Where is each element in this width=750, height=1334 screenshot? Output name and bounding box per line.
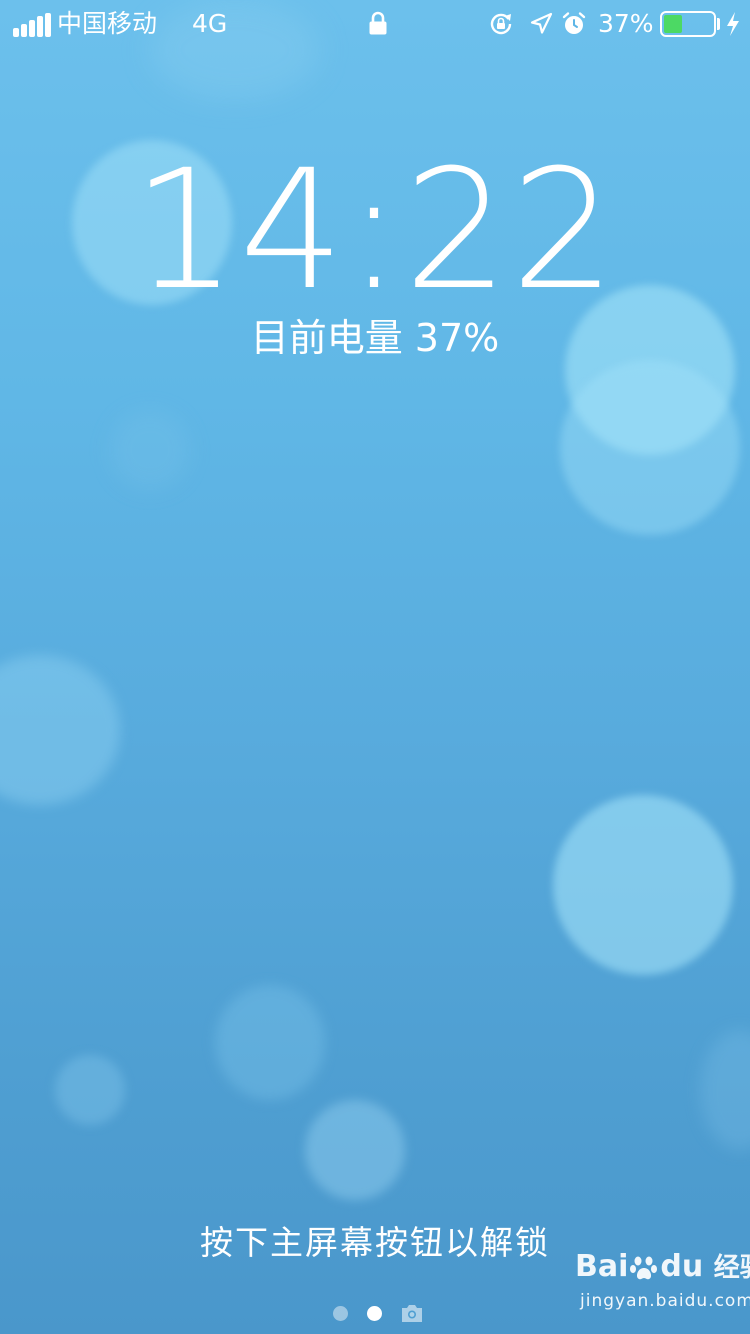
watermark-logo: Bai du 经验: [575, 1247, 750, 1288]
wallpaper-bokeh: [110, 410, 190, 490]
page-dot-inactive[interactable]: [333, 1306, 348, 1321]
watermark-logo-right: du: [660, 1249, 704, 1284]
watermark-url: jingyan.baidu.com: [580, 1291, 750, 1311]
carrier-name: 中国移动: [57, 9, 158, 38]
wallpaper-bokeh: [700, 1030, 750, 1150]
charging-bolt-icon: [727, 12, 739, 36]
battery-fill: [664, 15, 682, 33]
lock-screen: 中国移动 4G 37% 14:22 目前电量 37% 按下主屏幕按钮以解锁 Ba…: [0, 0, 750, 1334]
battery-percentage: 37%: [598, 9, 654, 38]
watermark-logo-left: Bai: [575, 1249, 629, 1284]
battery-icon: [660, 11, 716, 37]
paw-icon: [630, 1256, 658, 1279]
camera-icon[interactable]: [400, 1302, 424, 1324]
wallpaper-bokeh: [553, 795, 733, 975]
alarm-icon: [562, 12, 586, 34]
wallpaper-bokeh: [560, 360, 740, 535]
wallpaper-bokeh: [215, 985, 325, 1100]
battery-cap: [717, 18, 720, 30]
page-indicator[interactable]: [330, 1302, 430, 1326]
wallpaper-bokeh: [305, 1100, 405, 1200]
rotation-lock-icon: [490, 13, 512, 35]
network-type: 4G: [192, 9, 228, 38]
lock-clock: 14:22: [132, 134, 618, 326]
status-bar: 中国移动 4G 37%: [0, 0, 750, 48]
wallpaper-bokeh: [0, 655, 120, 805]
lock-icon: [369, 11, 387, 35]
wallpaper-bokeh: [55, 1055, 125, 1125]
battery-status-text: 目前电量 37%: [250, 316, 500, 360]
baidu-jingyan-watermark: Bai du 经验 jingyan.baidu.com: [575, 1247, 750, 1327]
location-icon: [530, 12, 553, 34]
signal-icon: [13, 11, 51, 37]
watermark-logo-cn: 经验: [713, 1253, 750, 1283]
page-dot-active[interactable]: [367, 1306, 382, 1321]
